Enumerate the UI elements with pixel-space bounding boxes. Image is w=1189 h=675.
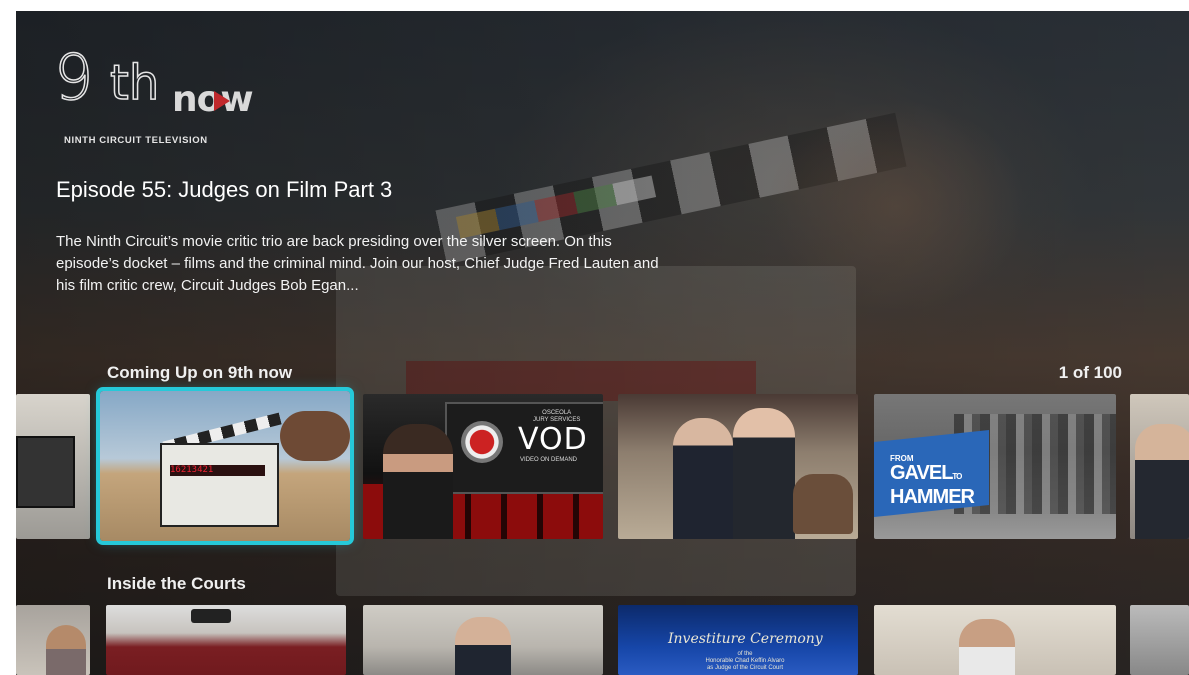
row-label-coming-up: Coming Up on 9th now — [107, 363, 293, 382]
tile-from-gavel-to-hammer[interactable]: FROM GAVELTO HAMMER — [874, 394, 1116, 539]
tile-judges-on-film-3[interactable]: 16213421 — [96, 387, 354, 545]
logo-tagline: NINTH CIRCUIT TELEVISION — [64, 135, 208, 146]
osceola-text: OSCEOLA — [542, 410, 572, 416]
tile-man-at-podium[interactable] — [363, 605, 603, 675]
vod-text: VOD — [518, 422, 588, 457]
logo-nine: 9 — [53, 40, 94, 115]
featured-title: Episode 55: Judges on Film Part 3 — [56, 177, 393, 202]
tile-courtroom-ceremony[interactable] — [106, 605, 346, 675]
investiture-title: Investiture Ceremony — [668, 631, 823, 647]
monitor-shape — [16, 436, 75, 508]
tile-judges-portrait[interactable] — [618, 394, 858, 539]
woman-figure — [46, 625, 86, 675]
app-logo: 9 th now NINTH CIRCUIT TELEVISION — [53, 40, 294, 149]
investiture-line2: Honorable Chad Keffin Alvaro — [705, 658, 785, 664]
timecode: 16213421 — [170, 465, 265, 476]
tile-judge-portrait-edge[interactable] — [1130, 394, 1189, 539]
presenter-figure — [383, 424, 453, 539]
tile-woman-presenter[interactable] — [16, 605, 90, 675]
vod-subtext: VIDEO ON DEMAND — [520, 457, 578, 463]
row-label-inside-the-courts: Inside the Courts — [107, 574, 246, 593]
tile-studio-monitor[interactable] — [16, 394, 90, 539]
clapperboard — [160, 443, 279, 527]
man-figure — [959, 619, 1015, 675]
judge-figure-1 — [673, 418, 733, 539]
row-counter: 1 of 100 — [1058, 363, 1122, 382]
hand — [280, 411, 350, 461]
logo-now: now — [172, 79, 254, 120]
to-text: TO — [952, 472, 962, 481]
investiture-line3: as Judge of the Circuit Court — [706, 665, 784, 671]
investiture-line1: of the — [737, 651, 753, 657]
featured-description: The Ninth Circuit’s movie critic trio ar… — [56, 233, 659, 294]
investiture-subtitle: of the Honorable Chad Keffin Alvaro as Jud… — [700, 651, 790, 672]
tile-man-speaking[interactable] — [874, 605, 1116, 675]
gavel-hammer-text: GAVELTO HAMMER — [890, 462, 975, 508]
man-figure — [455, 617, 511, 675]
play-icon — [214, 91, 230, 111]
tile-osceola-vod[interactable]: OSCEOLA JURY SERVICES VOD VIDEO ON DEMAND — [363, 394, 603, 539]
chair — [793, 474, 853, 534]
judge-figure-2 — [733, 408, 795, 539]
ninth-logo-disc — [461, 421, 503, 463]
tile-investiture-ceremony[interactable]: Investiture Ceremony of the Honorable Cha… — [618, 605, 858, 675]
judge-figure — [1135, 424, 1189, 539]
hammer-text: HAMMER — [890, 486, 975, 508]
gavel-text: GAVEL — [890, 462, 953, 484]
logo-th: th — [109, 54, 160, 112]
tile-edge[interactable] — [1130, 605, 1189, 675]
tv-app-screen: 9 th now NINTH CIRCUIT TELEVISION Episod… — [16, 11, 1189, 675]
camera-shape — [191, 609, 231, 623]
